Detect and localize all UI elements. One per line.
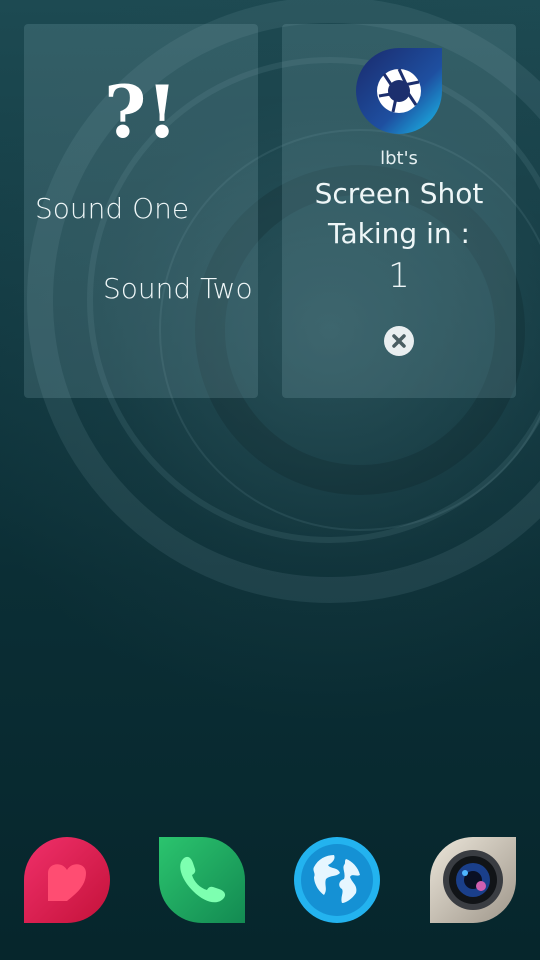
sound-tile[interactable]: ?! Sound One Sound Two	[24, 24, 258, 398]
screenshot-title-line1: Screen Shot	[314, 177, 484, 210]
countdown-value: 1	[388, 256, 410, 296]
phone-app-icon[interactable]	[159, 837, 245, 923]
camera-lens-icon	[443, 850, 503, 910]
aperture-icon	[356, 48, 442, 134]
sound-symbol: ?!	[104, 69, 178, 154]
screenshot-tile[interactable]: lbt's Screen Shot Taking in : 1	[282, 24, 516, 398]
sound-one-item[interactable]: Sound One	[35, 192, 189, 225]
browser-app-icon[interactable]	[294, 837, 380, 923]
close-button[interactable]	[384, 326, 414, 356]
sound-two-item[interactable]: Sound Two	[103, 272, 253, 305]
camera-app-icon[interactable]	[430, 837, 516, 923]
screenshot-title-line2: Taking in :	[328, 217, 470, 250]
screenshot-title: Screen Shot Taking in :	[282, 174, 516, 254]
close-icon	[392, 334, 406, 348]
people-app-icon[interactable]	[24, 837, 110, 923]
screenshot-owner: lbt's	[380, 148, 418, 169]
